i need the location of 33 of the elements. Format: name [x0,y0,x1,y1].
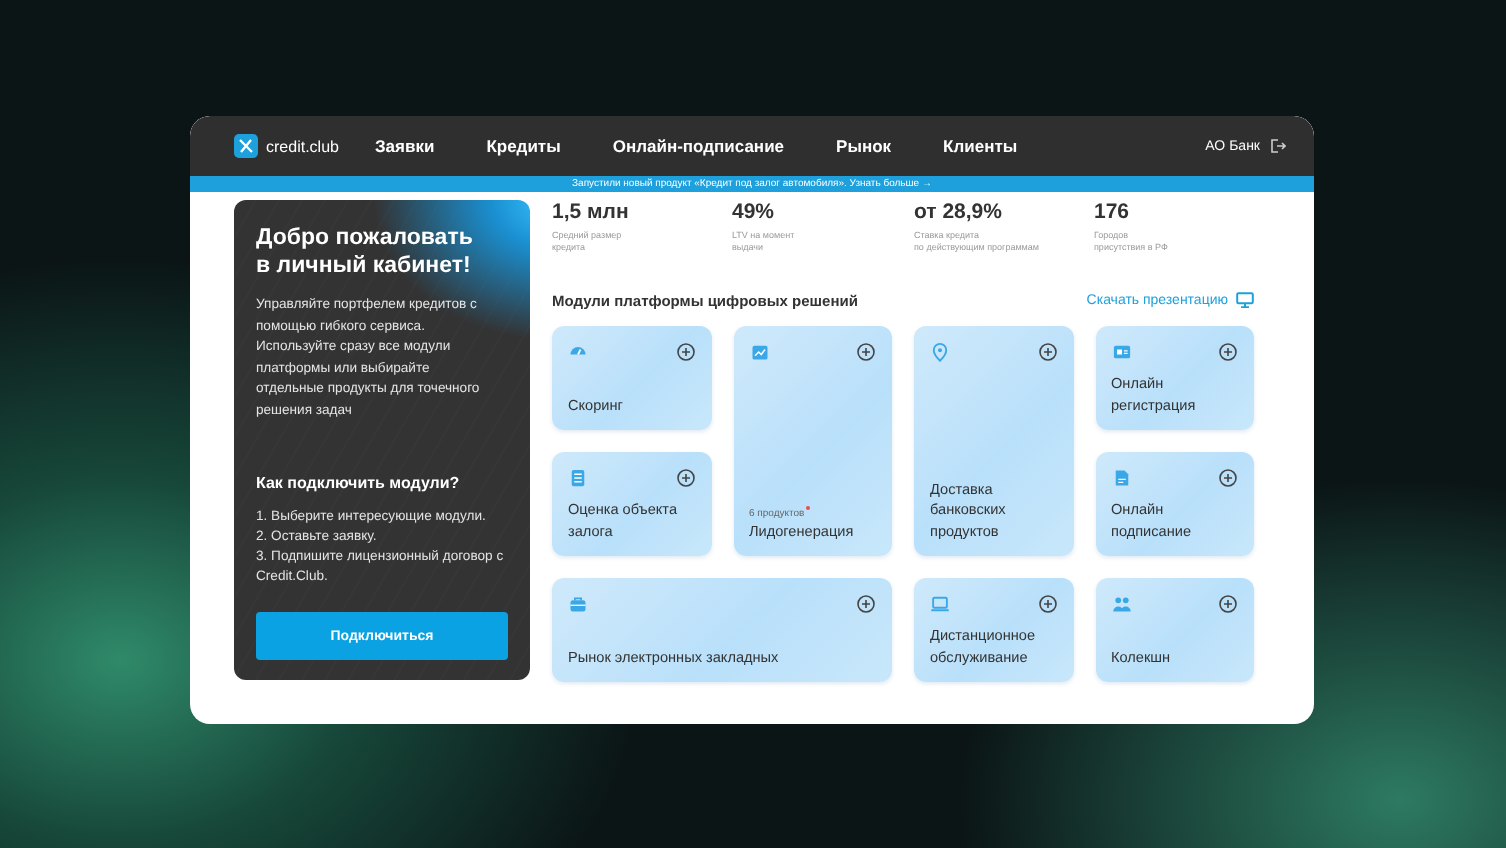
add-icon[interactable] [675,468,695,488]
nav-link[interactable]: Клиенты [943,131,1018,161]
nav-link[interactable]: Заявки [374,131,435,161]
add-icon[interactable] [856,342,876,362]
add-icon[interactable] [1037,594,1057,614]
add-icon[interactable] [1218,468,1238,488]
stat-value: 49% [732,200,777,226]
chart-icon [749,342,769,362]
location-pin-icon [930,342,950,362]
add-icon[interactable] [1218,342,1238,362]
people-icon [1111,594,1131,614]
nav-link[interactable]: Кредиты [486,131,561,161]
presentation-icon [1236,292,1254,308]
welcome-title: Добро пожаловать в личный кабинет! [256,224,475,280]
stat-value: 176 [1094,200,1132,226]
logout-icon[interactable] [1270,138,1286,154]
briefcase-icon [568,594,588,614]
add-icon[interactable] [856,594,876,614]
notification-dot [805,505,811,510]
add-icon[interactable] [675,342,695,362]
stat-value: от 28,9% [914,200,1004,226]
laptop-icon [930,594,950,614]
document-icon [1111,468,1131,488]
brand-name: credit.club [266,137,339,155]
nav-link[interactable]: Онлайн-подписание [612,131,785,161]
id-card-icon [1111,342,1131,362]
section-heading: Как подключить модули? [256,474,462,492]
stat-value: 1,5 млн [552,200,631,226]
logo-icon [234,134,258,158]
clipboard-icon [568,468,588,488]
add-icon[interactable] [1218,594,1238,614]
add-icon[interactable] [1037,342,1057,362]
nav-link[interactable]: Рынок [836,131,892,161]
